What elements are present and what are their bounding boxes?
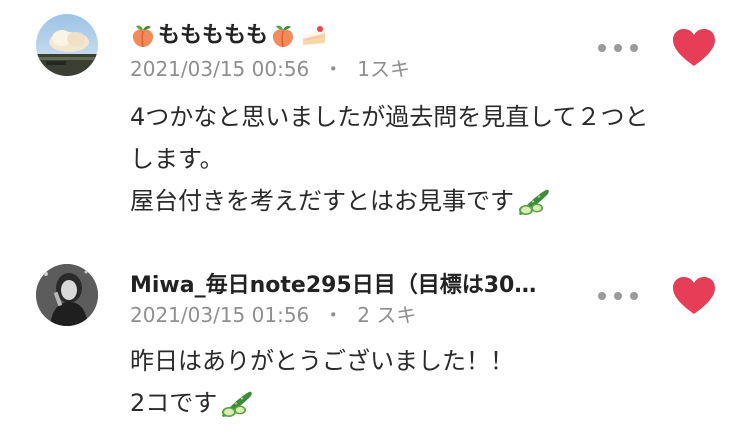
like-heart-button[interactable] bbox=[672, 28, 716, 68]
timestamp: 2021/03/15 01:56 bbox=[130, 303, 310, 327]
more-dot bbox=[614, 292, 622, 300]
more-menu-button[interactable] bbox=[598, 38, 638, 58]
comment-body: 4つかなと思いましたが過去問を見直して２つと します。 屋台付きを考えだすとはお… bbox=[130, 96, 649, 222]
more-menu-button[interactable] bbox=[598, 286, 638, 306]
comment-line-text: 屋台付きを考えだすとはお見事です bbox=[130, 187, 514, 215]
comment-line: します。 bbox=[130, 145, 224, 173]
avatar[interactable] bbox=[36, 264, 98, 326]
heart-icon bbox=[673, 277, 715, 314]
more-dot bbox=[598, 44, 606, 52]
more-dot bbox=[630, 292, 638, 300]
more-dot bbox=[614, 44, 622, 52]
comment-line: 昨日はありがとうございました！！ bbox=[130, 347, 514, 375]
author-name: Miwa_毎日note295日目（目標は30… bbox=[130, 273, 537, 298]
comment-line-with-icon: 2コです bbox=[130, 382, 514, 424]
peach-icon bbox=[270, 23, 296, 49]
like-count[interactable]: 1スキ bbox=[357, 57, 410, 81]
timestamp: 2021/03/15 00:56 bbox=[130, 57, 310, 81]
heart-icon bbox=[673, 29, 715, 66]
peach-icon bbox=[130, 23, 156, 49]
avatar[interactable] bbox=[36, 14, 98, 76]
author-name: ももももも bbox=[158, 23, 269, 48]
comment-body: 昨日はありがとうございました！！ 2コです bbox=[130, 340, 514, 424]
meta-separator: ・ bbox=[323, 303, 344, 327]
comment-line-with-icon: 屋台付きを考えだすとはお見事です bbox=[130, 180, 649, 222]
like-count[interactable]: 2 スキ bbox=[357, 303, 416, 327]
comment-meta: 2021/03/15 01:56 ・ 2 スキ bbox=[130, 302, 416, 328]
meta-separator: ・ bbox=[323, 57, 344, 81]
comment-author[interactable]: Miwa_毎日note295日目（目標は30… bbox=[130, 272, 570, 300]
comment-line: 4つかなと思いましたが過去問を見直して２つと bbox=[130, 103, 649, 131]
more-dot bbox=[598, 292, 606, 300]
comment-line-text: 2コです bbox=[130, 389, 218, 417]
like-heart-button[interactable] bbox=[672, 276, 716, 316]
cake-icon bbox=[300, 23, 328, 49]
cucumber-icon bbox=[516, 186, 550, 216]
more-dot bbox=[630, 44, 638, 52]
cucumber-icon bbox=[219, 388, 253, 418]
comment-meta: 2021/03/15 00:56 ・ 1スキ bbox=[130, 56, 410, 82]
comment-author[interactable]: ももももも bbox=[130, 22, 380, 50]
